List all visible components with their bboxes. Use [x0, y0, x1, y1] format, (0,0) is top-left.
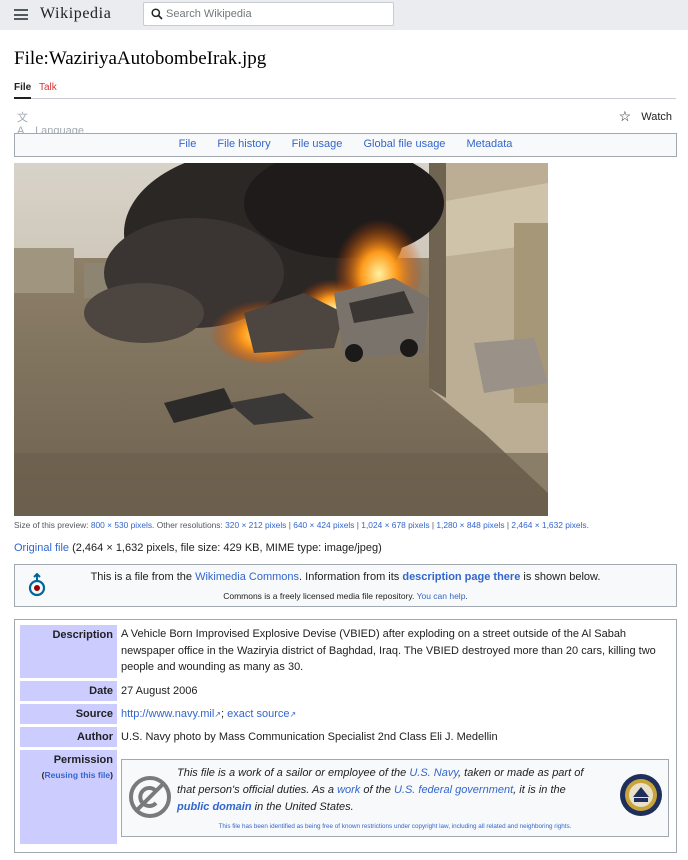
external-link-icon: ↗ — [289, 710, 297, 719]
namespace-tabs: File Talk — [14, 82, 676, 99]
toc-global-file-usage[interactable]: Global file usage — [363, 134, 445, 155]
original-file-link[interactable]: Original file — [14, 542, 69, 554]
resolution-link-4[interactable]: 1,280 × 848 pixels — [436, 520, 504, 530]
resolution-link-2[interactable]: 640 × 424 pixels — [293, 520, 354, 530]
navy-mil-link[interactable]: http://www.navy.mil — [121, 708, 214, 720]
search-box[interactable] — [143, 2, 394, 26]
description-page-link[interactable]: description page there — [402, 571, 520, 583]
wikimedia-commons-link[interactable]: Wikimedia Commons — [195, 571, 299, 583]
us-navy-link[interactable]: U.S. Navy — [409, 767, 458, 779]
resolution-link-5[interactable]: 2,464 × 1,632 pixels — [511, 520, 586, 530]
license-note: This file has been identified as being f… — [218, 823, 572, 830]
reusing-this-file-link[interactable]: Reusing this file — [45, 770, 111, 780]
language-button[interactable]: 文A Language — [17, 109, 84, 137]
tab-talk[interactable]: Talk — [39, 82, 57, 99]
commons-line-2: Commons is a freely licensed media file … — [223, 591, 468, 601]
file-information-table: Description A Vehicle Born Improvised Ex… — [14, 619, 677, 853]
preview-size-info: Size of this preview: 800 × 530 pixels. … — [14, 520, 589, 530]
search-input[interactable] — [166, 6, 386, 22]
source-label: Source — [20, 704, 117, 724]
tab-file[interactable]: File — [14, 82, 32, 99]
public-domain-link[interactable]: public domain — [177, 801, 252, 813]
preview-size-link[interactable]: 800 × 530 pixels — [91, 520, 152, 530]
us-federal-government-link[interactable]: U.S. federal government — [394, 784, 513, 796]
wikipedia-wordmark[interactable]: Wikipedia — [40, 5, 111, 23]
exact-source-link[interactable]: exact source — [227, 708, 289, 720]
commons-notice: This is a file from the Wikimedia Common… — [14, 564, 677, 607]
watch-label: Watch — [641, 111, 672, 123]
you-can-help-link[interactable]: You can help — [417, 591, 466, 601]
source-value: http://www.navy.mil↗; exact source↗ — [121, 708, 297, 720]
license-text: This file is a work of a sailor or emplo… — [177, 767, 584, 813]
star-icon: ☆ — [618, 108, 632, 124]
file-toc: File File history File usage Global file… — [14, 133, 677, 157]
resolution-link-1[interactable]: 320 × 212 pixels — [225, 520, 286, 530]
menu-icon[interactable] — [14, 9, 28, 20]
navy-seal-icon — [620, 774, 662, 816]
public-domain-icon — [129, 776, 171, 818]
author-label: Author — [20, 727, 117, 747]
resolution-link-3[interactable]: 1,024 × 678 pixels — [361, 520, 429, 530]
toc-metadata[interactable]: Metadata — [467, 134, 513, 155]
description-label: Description — [20, 625, 117, 678]
date-label: Date — [20, 681, 117, 701]
description-value: A Vehicle Born Improvised Explosive Devi… — [121, 628, 656, 673]
toc-file-usage[interactable]: File usage — [292, 134, 343, 155]
site-header: Wikipedia — [0, 0, 688, 30]
file-image[interactable] — [14, 163, 548, 516]
commons-line-1: This is a file from the Wikimedia Common… — [90, 571, 601, 583]
watch-button[interactable]: ☆ Watch — [619, 108, 672, 125]
search-icon — [151, 8, 163, 20]
page-title: File:WaziriyaAutobombeIrak.jpg — [14, 48, 267, 69]
toc-file-history[interactable]: File history — [217, 134, 270, 155]
license-box: This file is a work of a sailor or emplo… — [121, 759, 669, 837]
reuse-line: (Reusing this file) — [41, 770, 113, 780]
work-link[interactable]: work — [337, 784, 360, 796]
permission-label: Permission — [53, 754, 113, 766]
toc-file[interactable]: File — [179, 134, 197, 155]
original-file-info: Original file (2,464 × 1,632 pixels, fil… — [14, 542, 382, 554]
permission-label-cell: Permission (Reusing this file) — [20, 750, 117, 844]
author-value: U.S. Navy photo by Mass Communication Sp… — [121, 731, 498, 743]
date-value: 27 August 2006 — [121, 685, 198, 697]
